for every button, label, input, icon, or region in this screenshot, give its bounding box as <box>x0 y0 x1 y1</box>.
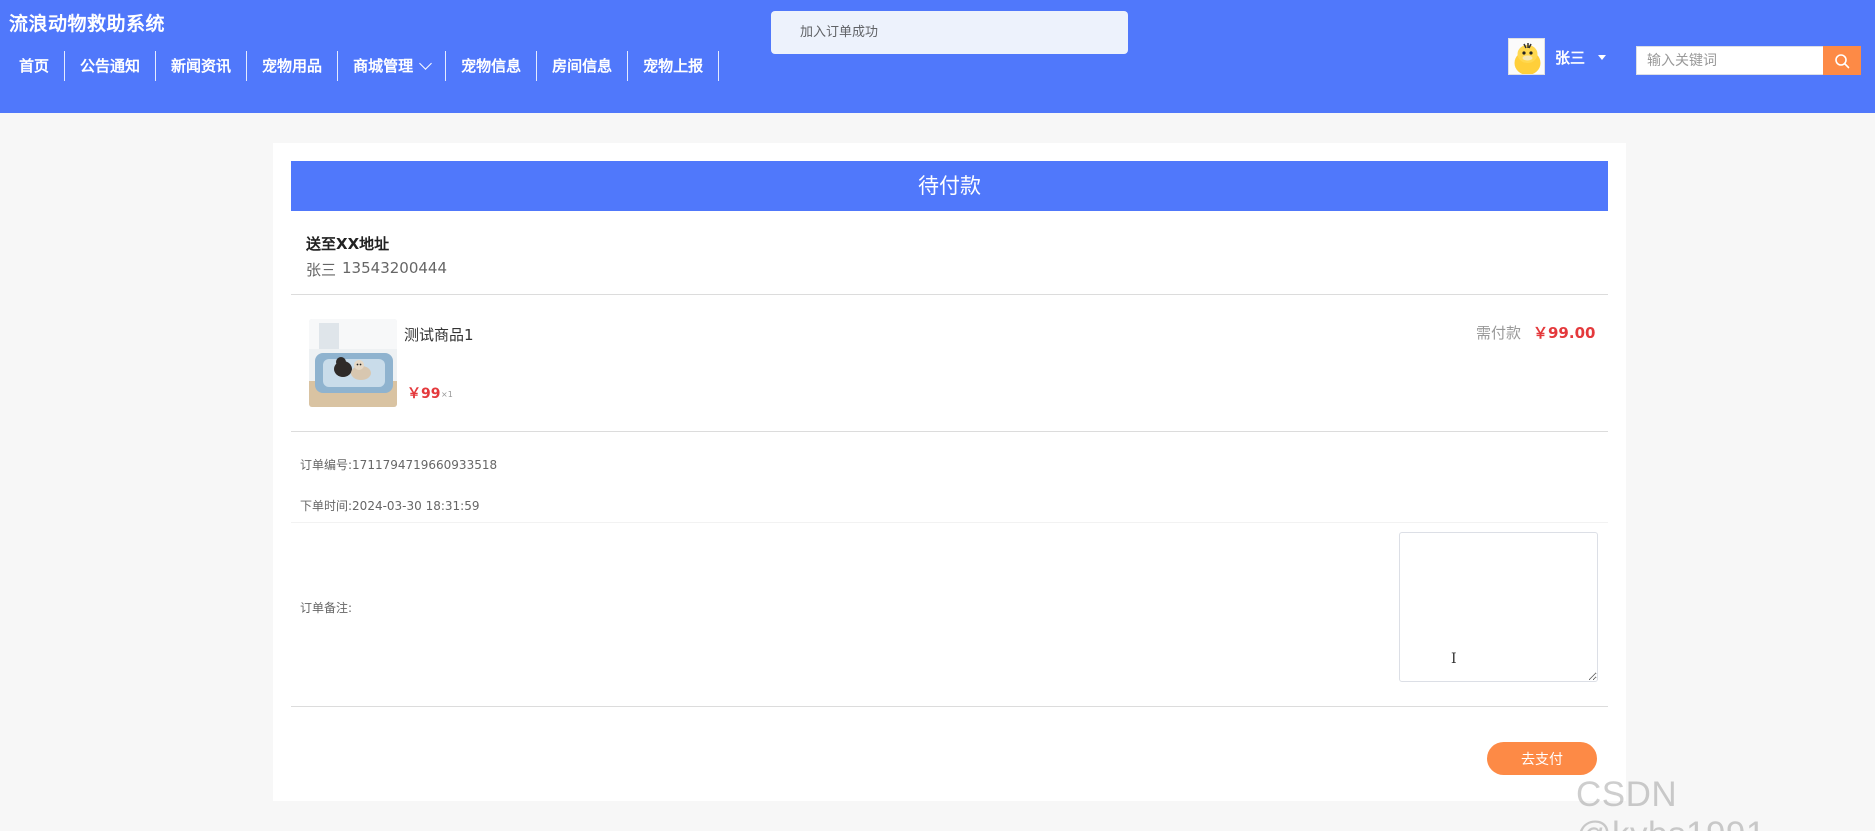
address-title: 送至XX地址 <box>306 235 390 253</box>
order-status-bar: 待付款 <box>291 161 1608 211</box>
order-time-label: 下单时间: <box>300 499 353 513</box>
order-number-value: 1711794719660933518 <box>352 458 498 472</box>
order-number-label: 订单编号: <box>300 458 353 472</box>
site-title: 流浪动物救助系统 <box>9 13 166 35</box>
search-button[interactable] <box>1823 46 1861 75</box>
nav-label: 宠物上报 <box>643 57 704 75</box>
header: 流浪动物救助系统 首页 公告通知 新闻资讯 宠物用品 商城管理 宠物信息 房间信… <box>0 0 1875 113</box>
divider <box>291 706 1608 707</box>
search-icon <box>1835 53 1850 68</box>
order-time-value: 2024-03-30 18:31:59 <box>352 499 480 513</box>
recipient-info: 张三 13543200444 <box>306 259 447 280</box>
amount-due-value: ￥99.00 <box>1533 324 1596 342</box>
order-remark-textarea[interactable] <box>1399 532 1598 682</box>
recipient-phone: 13543200444 <box>342 259 447 277</box>
pay-button[interactable]: 去支付 <box>1487 742 1597 775</box>
search-input[interactable] <box>1636 46 1823 75</box>
toast-message: 加入订单成功 <box>771 11 1128 54</box>
amount-due-label: 需付款 <box>1476 324 1522 342</box>
nav-label: 公告通知 <box>80 57 141 75</box>
caret-down-icon[interactable] <box>1598 55 1606 60</box>
user-name[interactable]: 张三 <box>1555 47 1585 68</box>
nav-item-notices[interactable]: 公告通知 <box>65 51 157 81</box>
nav-item-news[interactable]: 新闻资讯 <box>156 51 248 81</box>
order-remark-label: 订单备注: <box>300 601 353 615</box>
nav-label: 首页 <box>19 57 50 75</box>
product-name[interactable]: 测试商品1 <box>404 324 474 345</box>
watermark: CSDN @kybs1991 <box>1576 775 1765 831</box>
divider <box>291 522 1608 523</box>
product-quantity: ×1 <box>441 390 453 399</box>
nav-label: 商城管理 <box>353 57 414 75</box>
divider <box>291 294 1608 295</box>
pet-bed-product-image <box>309 319 397 407</box>
avatar[interactable] <box>1508 38 1545 75</box>
product-price: ￥99 <box>407 386 441 402</box>
nav-label: 宠物信息 <box>461 57 522 75</box>
product-image[interactable] <box>309 319 397 407</box>
nav-item-home[interactable]: 首页 <box>0 51 66 81</box>
chevron-down-icon <box>419 57 432 70</box>
recipient-name: 张三 <box>306 261 337 279</box>
nav-item-room-info[interactable]: 房间信息 <box>537 51 629 81</box>
order-time: 下单时间:2024-03-30 18:31:59 <box>300 497 480 514</box>
nav-label: 房间信息 <box>552 57 613 75</box>
nav-item-pet-info[interactable]: 宠物信息 <box>446 51 538 81</box>
nav-label: 新闻资讯 <box>171 57 232 75</box>
order-card: 待付款 送至XX地址 张三 13543200444 测试商品1 ￥99 ×1 需… <box>273 143 1626 801</box>
order-number: 订单编号:1711794719660933518 <box>300 456 497 473</box>
nav-item-mall-management[interactable]: 商城管理 <box>338 51 447 81</box>
nav-label: 宠物用品 <box>262 57 323 75</box>
nav-item-pet-report[interactable]: 宠物上报 <box>628 51 720 81</box>
duck-avatar-icon <box>1509 39 1544 74</box>
nav-item-pet-supplies[interactable]: 宠物用品 <box>247 51 339 81</box>
divider <box>291 431 1608 432</box>
main-nav: 首页 公告通知 新闻资讯 宠物用品 商城管理 宠物信息 房间信息 宠物上报 <box>0 51 720 81</box>
